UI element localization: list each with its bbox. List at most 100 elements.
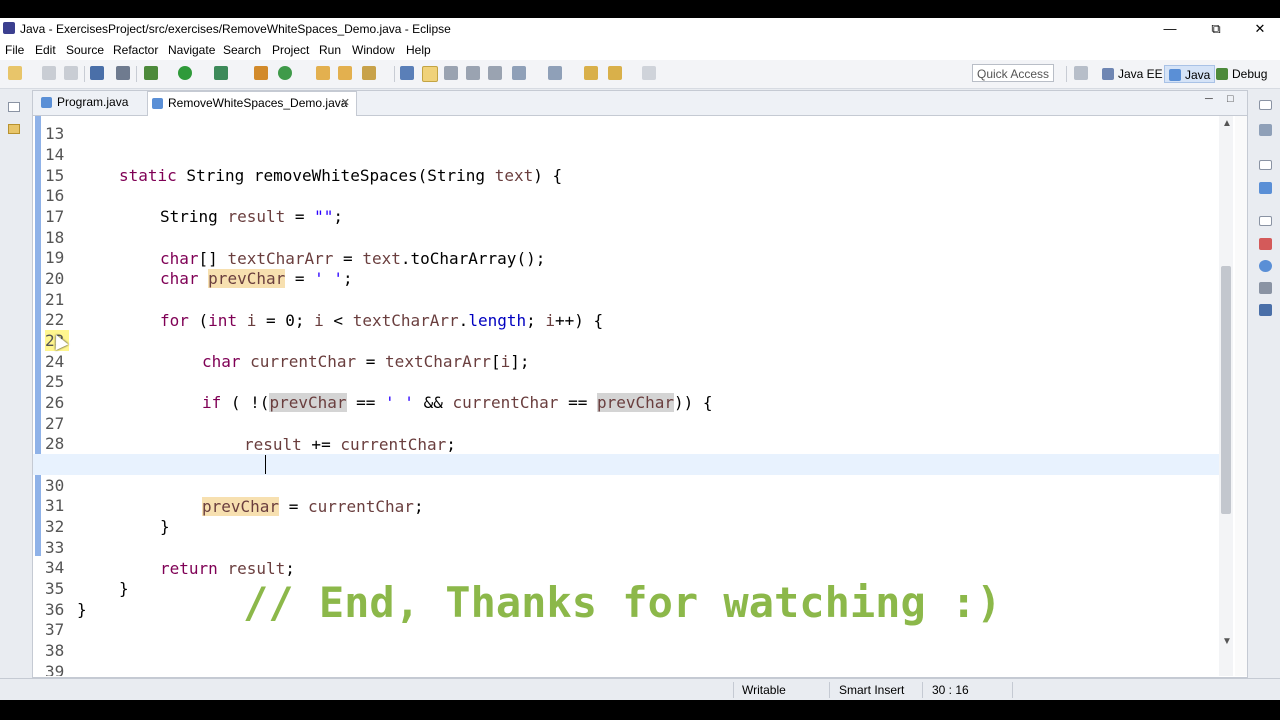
console-view-icon[interactable]	[1259, 304, 1272, 316]
overview-ruler[interactable]	[1235, 116, 1247, 676]
console-icon[interactable]	[90, 66, 104, 80]
open-perspective-icon[interactable]	[1074, 66, 1088, 80]
skip-breakpoints-icon[interactable]	[116, 66, 130, 80]
main-toolbar: Quick Access Java EE Java Debug	[0, 60, 1280, 89]
status-bar: Writable Smart Insert 30 : 16	[0, 678, 1280, 700]
code-line: 17	[45, 207, 65, 226]
code-line: 21 for (int i = 0; i < textCharArr.lengt…	[45, 290, 604, 330]
code-line: 26	[45, 393, 65, 412]
forward-icon[interactable]	[642, 66, 656, 80]
close-window-button[interactable]: ✕	[1238, 18, 1280, 40]
vertical-scrollbar[interactable]: ▲ ▼	[1219, 116, 1233, 676]
search-icon[interactable]	[362, 66, 376, 80]
tab-removewhitespaces-demo[interactable]: RemoveWhiteSpaces_Demo.java ✕	[147, 91, 357, 116]
code-line: 15	[45, 166, 65, 185]
left-trim-bar	[0, 90, 30, 700]
code-line: 35 }	[45, 579, 87, 619]
perspective-java[interactable]: Java	[1164, 65, 1216, 83]
close-tab-icon[interactable]: ✕	[341, 92, 350, 114]
open-type-icon[interactable]	[316, 66, 330, 80]
scrollbar-thumb[interactable]	[1221, 266, 1231, 514]
restore-view-icon[interactable]	[1259, 160, 1272, 170]
block-selection-icon[interactable]	[444, 66, 458, 80]
text-cursor	[265, 455, 266, 474]
mark-occurrences-icon[interactable]	[422, 66, 438, 82]
menu-project[interactable]: Project	[272, 43, 309, 57]
package-explorer-icon[interactable]	[8, 124, 20, 134]
menu-source[interactable]: Source	[66, 43, 104, 57]
perspective-label: Java	[1185, 68, 1211, 82]
eclipse-app-icon	[3, 22, 15, 34]
code-line: 22	[45, 310, 65, 329]
menu-bar: File Edit Source Refactor Navigate Searc…	[0, 40, 1280, 60]
code-line: 14 static String removeWhiteSpaces(Strin…	[45, 145, 563, 185]
status-insert-mode: Smart Insert	[839, 683, 905, 697]
outline-icon[interactable]	[1259, 182, 1272, 194]
end-comment-banner: // End, Thanks for watching :)	[243, 578, 1002, 627]
restore-view-icon[interactable]	[1259, 100, 1272, 110]
java-ee-icon	[1102, 68, 1114, 80]
prev-annotation-icon[interactable]	[548, 66, 562, 80]
code-line: 32	[45, 517, 65, 536]
task-list-icon[interactable]	[1259, 124, 1272, 136]
editor-area: Program.java RemoveWhiteSpaces_Demo.java…	[32, 90, 1248, 678]
declaration-icon[interactable]	[1259, 282, 1272, 294]
save-icon[interactable]	[42, 66, 56, 80]
code-line: 23 char currentChar = textCharArr[i];	[45, 330, 530, 371]
pilcrow-icon[interactable]	[488, 66, 502, 80]
java-file-icon	[41, 97, 52, 108]
new-icon[interactable]	[8, 66, 22, 80]
java-perspective-icon	[1169, 69, 1181, 81]
restore-view-icon[interactable]	[1259, 216, 1272, 226]
status-writable: Writable	[742, 683, 786, 697]
debug-icon[interactable]	[144, 66, 158, 80]
new-package-icon[interactable]	[254, 66, 268, 80]
window-title: Java - ExercisesProject/src/exercises/Re…	[20, 22, 451, 36]
problems-icon[interactable]	[1259, 238, 1272, 250]
scroll-down-icon[interactable]: ▼	[1222, 636, 1232, 647]
restore-button[interactable]: ⧉	[1194, 18, 1238, 40]
code-editor[interactable]: 13 14 static String removeWhiteSpaces(St…	[33, 116, 1247, 676]
code-line: 39	[45, 662, 65, 676]
scroll-up-icon[interactable]: ▲	[1222, 118, 1232, 129]
tab-program-java[interactable]: Program.java	[37, 91, 147, 115]
save-all-icon[interactable]	[64, 66, 78, 80]
toolbar-separator	[84, 66, 85, 82]
new-class-icon[interactable]	[278, 66, 292, 80]
open-task-icon[interactable]	[338, 66, 352, 80]
tab-label: RemoveWhiteSpaces_Demo.java	[168, 96, 348, 110]
run-icon[interactable]	[178, 66, 192, 80]
eclipse-window: Java - ExercisesProject/src/exercises/Re…	[0, 18, 1280, 700]
code-line: 20	[45, 269, 65, 288]
right-trim-bar	[1252, 90, 1280, 700]
menu-file[interactable]: File	[5, 43, 24, 57]
quick-access-field[interactable]: Quick Access	[972, 64, 1054, 82]
code-line: 27 result += currentChar;	[45, 414, 456, 454]
menu-refactor[interactable]: Refactor	[113, 43, 158, 57]
code-line: 28 }	[45, 434, 212, 474]
menu-window[interactable]: Window	[352, 43, 395, 57]
minimize-button[interactable]: —	[1148, 18, 1192, 40]
title-bar: Java - ExercisesProject/src/exercises/Re…	[0, 18, 1280, 40]
perspective-debug[interactable]: Debug	[1212, 65, 1271, 83]
show-whitespace-icon[interactable]	[466, 66, 480, 80]
next-annotation-icon[interactable]	[512, 66, 526, 80]
annotation-icon[interactable]	[400, 66, 414, 80]
coverage-icon[interactable]	[214, 66, 228, 80]
menu-edit[interactable]: Edit	[35, 43, 56, 57]
javadoc-icon[interactable]	[1259, 260, 1272, 272]
code-line: 31 }	[45, 496, 170, 536]
last-edit-icon[interactable]	[584, 66, 598, 80]
code-line: 13	[45, 124, 65, 143]
restore-view-icon[interactable]	[8, 102, 20, 112]
perspective-java-ee[interactable]: Java EE	[1098, 65, 1167, 83]
code-line: 29	[33, 433, 1219, 474]
back-icon[interactable]	[608, 66, 622, 80]
code-line: 19 char prevChar = ' ';	[45, 248, 353, 288]
maximize-editor-icon[interactable]: □	[1227, 93, 1234, 105]
menu-search[interactable]: Search	[223, 43, 261, 57]
menu-navigate[interactable]: Navigate	[168, 43, 215, 57]
menu-help[interactable]: Help	[406, 43, 431, 57]
menu-run[interactable]: Run	[319, 43, 341, 57]
minimize-editor-icon[interactable]: ─	[1205, 93, 1213, 105]
